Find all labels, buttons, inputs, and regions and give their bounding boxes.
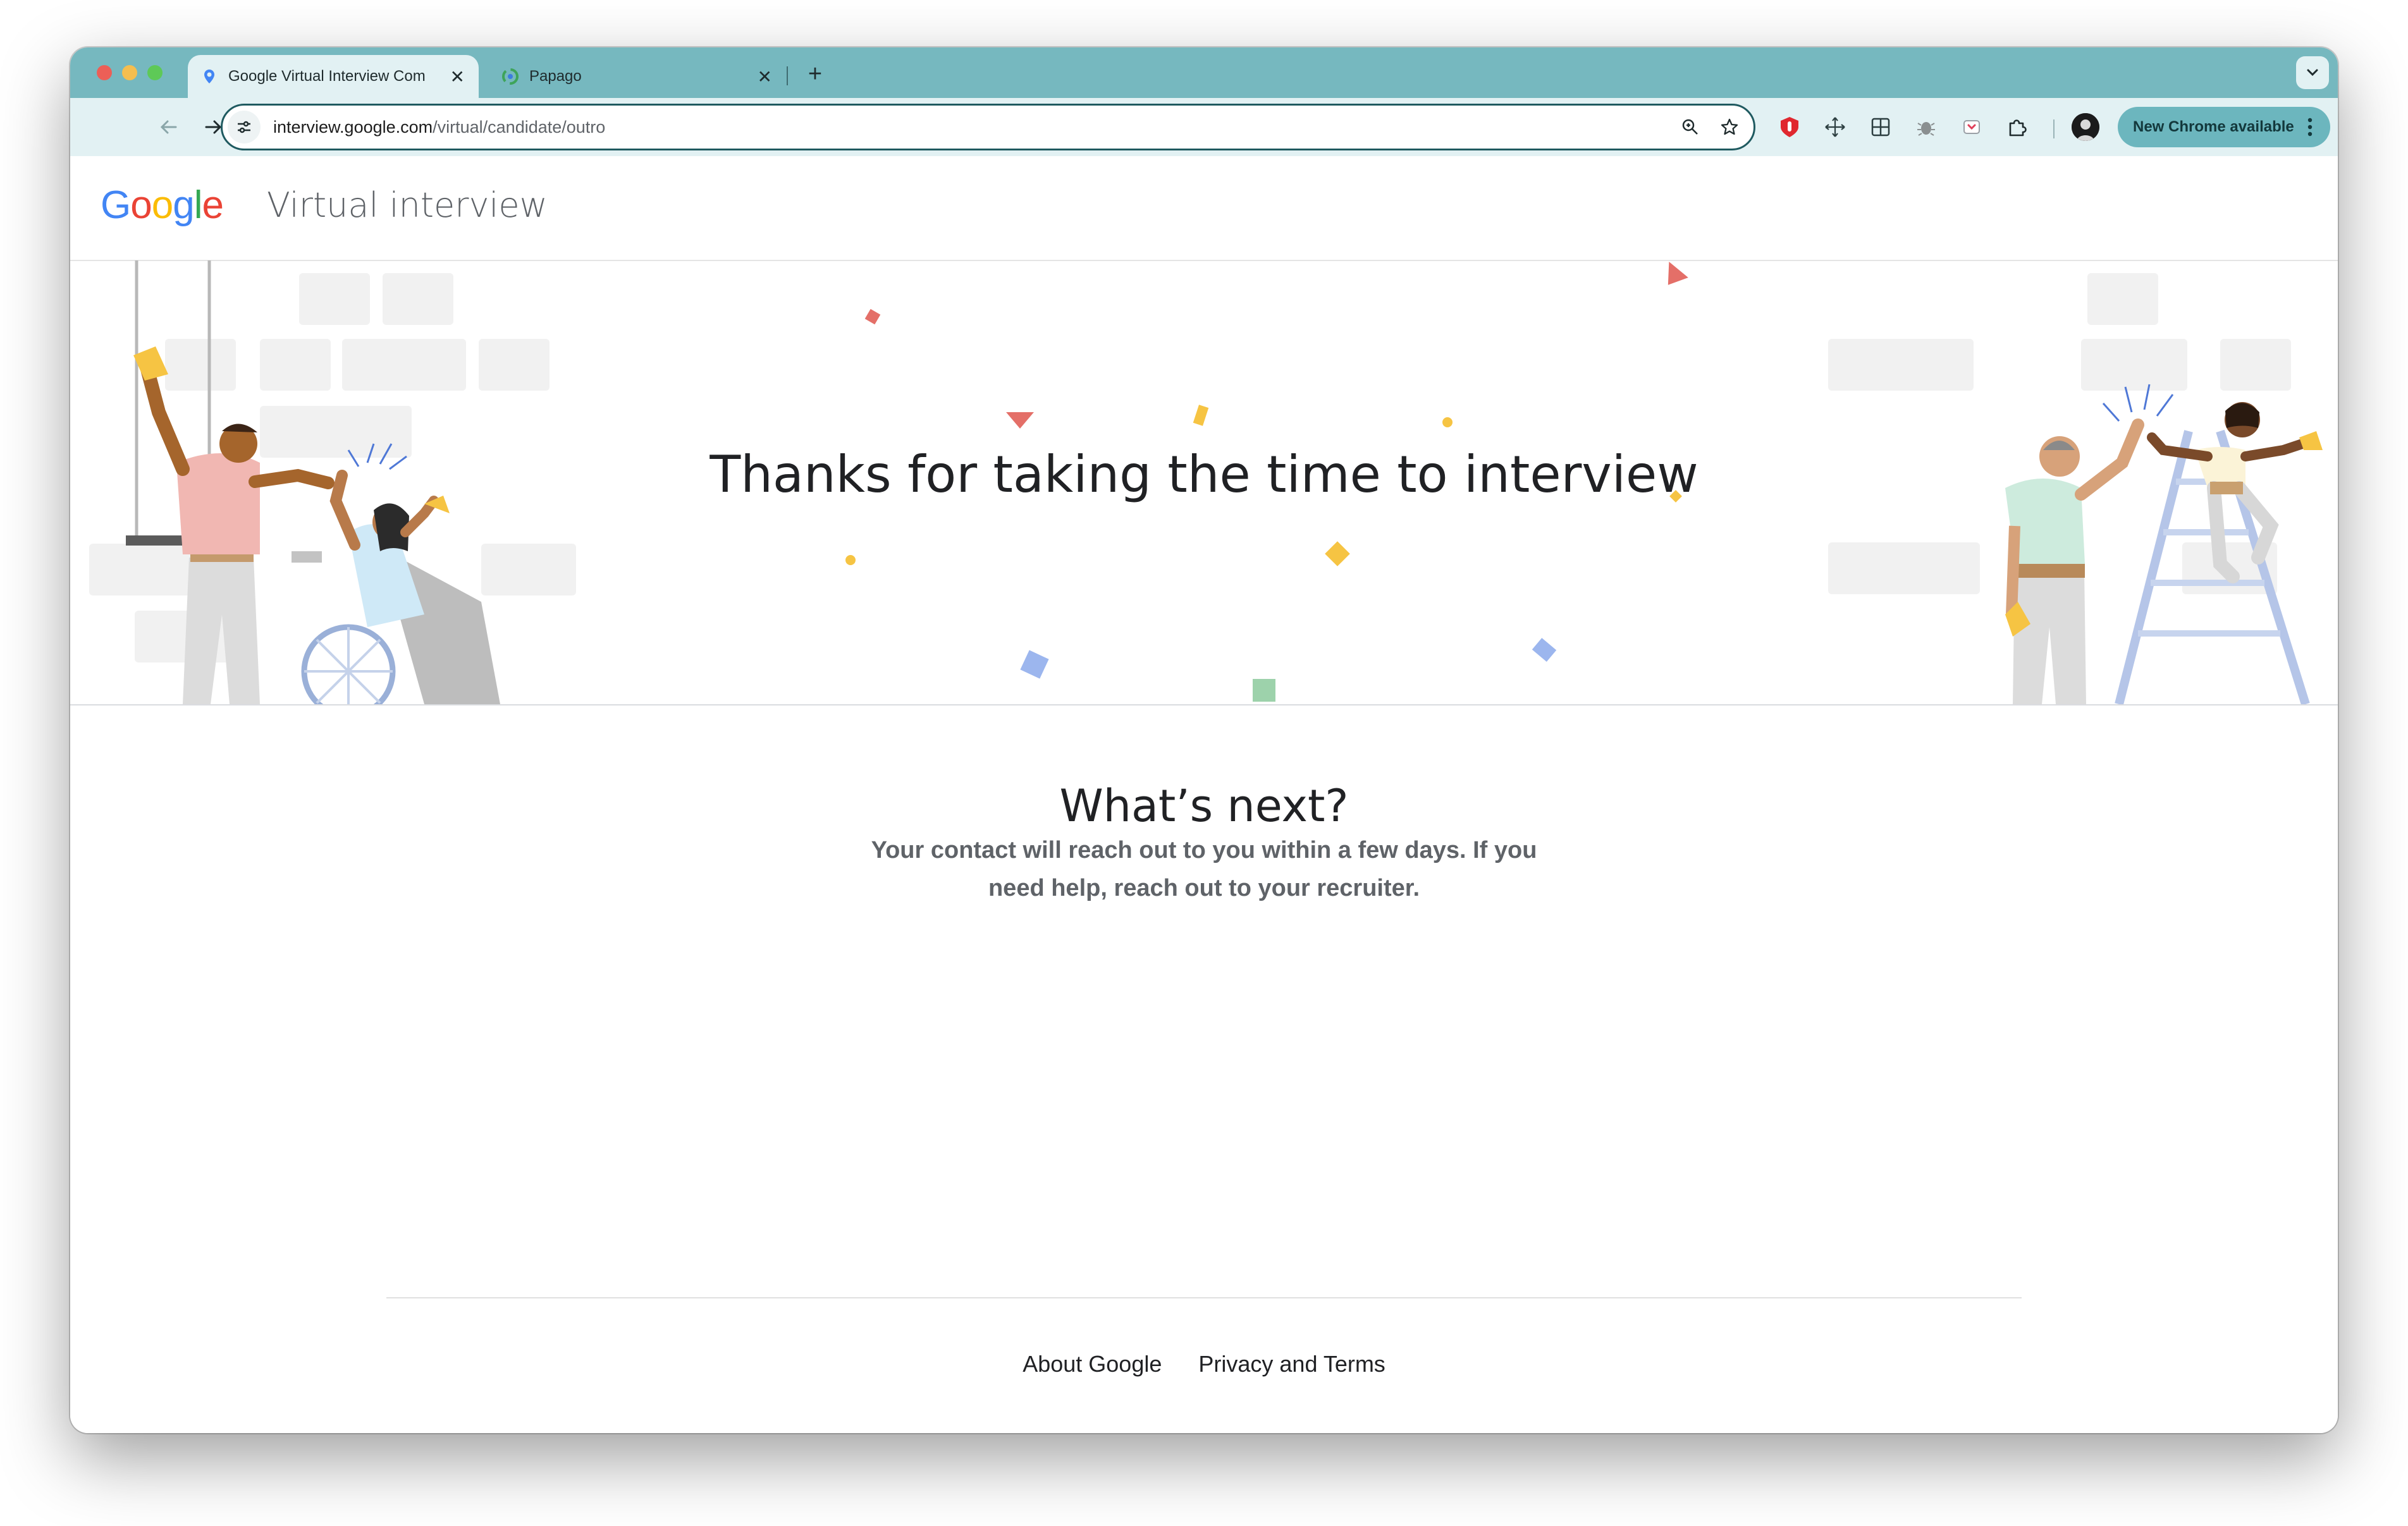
tab-google-virtual-interview[interactable]: Google Virtual Interview Com ✕ xyxy=(188,55,479,98)
site-header: Google Virtual interview xyxy=(70,156,2338,261)
extensions-menu-button[interactable] xyxy=(2001,111,2034,143)
hero-title: Thanks for taking the time to interview xyxy=(710,445,1698,504)
chrome-update-label: New Chrome available xyxy=(2133,118,2294,135)
new-tab-button[interactable]: + xyxy=(797,56,833,92)
location-pin-icon xyxy=(204,70,214,83)
arrow-left-icon xyxy=(160,120,177,134)
extension-grid[interactable] xyxy=(1864,111,1897,143)
grid-icon xyxy=(1871,118,1890,137)
url-path: /virtual/candidate/outro xyxy=(433,117,606,137)
confetti xyxy=(1661,260,1688,285)
confetti xyxy=(845,555,856,565)
tab-bar: Google Virtual Interview Com ✕ Papago ✕ … xyxy=(70,47,2338,98)
star-icon xyxy=(1721,118,1738,135)
logo-letter: o xyxy=(151,183,173,227)
logo-letter: e xyxy=(202,183,223,227)
extension-move[interactable] xyxy=(1819,111,1852,143)
tab-close-icon[interactable]: ✕ xyxy=(758,66,772,87)
confetti xyxy=(1325,541,1350,566)
confetti xyxy=(864,308,881,325)
stop-shield-icon xyxy=(1781,117,1798,137)
toolbar-divider xyxy=(2053,119,2055,138)
footer-divider xyxy=(386,1297,2022,1298)
close-window-button[interactable] xyxy=(97,65,112,80)
maximize-window-button[interactable] xyxy=(147,65,163,80)
extension-adblock[interactable] xyxy=(1773,111,1806,143)
footer-link-privacy-terms[interactable]: Privacy and Terms xyxy=(1198,1351,1385,1377)
confetti xyxy=(1193,405,1209,426)
profile-avatar[interactable] xyxy=(2072,113,2099,141)
minimize-window-button[interactable] xyxy=(122,65,137,80)
next-steps-body: Your contact will reach out to you withi… xyxy=(840,831,1568,907)
address-bar[interactable]: interview.google.com/virtual/candidate/o… xyxy=(221,104,1755,150)
confetti xyxy=(1532,638,1557,662)
more-vert-icon xyxy=(2297,114,2323,140)
tab-title: Papago xyxy=(529,68,582,85)
pocket-icon xyxy=(1963,120,1980,134)
bug-icon xyxy=(1917,122,1935,136)
tab-divider xyxy=(787,66,788,85)
url-text: interview.google.com/virtual/candidate/o… xyxy=(273,118,1675,137)
tab-close-icon[interactable]: ✕ xyxy=(450,66,465,87)
logo-letter: l xyxy=(194,183,203,227)
confetti xyxy=(1442,417,1453,427)
browser-toolbar: interview.google.com/virtual/candidate/o… xyxy=(70,98,2338,156)
site-info-button[interactable] xyxy=(228,111,261,143)
tune-icon xyxy=(238,121,250,133)
back-button[interactable] xyxy=(152,111,185,143)
url-domain: interview.google.com xyxy=(273,117,433,137)
tab-search-button[interactable] xyxy=(2296,56,2329,89)
tab-title: Google Virtual Interview Com xyxy=(228,68,426,85)
footer-links: About Google Privacy and Terms xyxy=(70,1351,2338,1377)
footer-link-about-google[interactable]: About Google xyxy=(1023,1351,1162,1377)
page-viewport: Google Virtual interview Thanks for taki… xyxy=(70,156,2338,1433)
confetti xyxy=(1020,650,1049,679)
zoom-button[interactable] xyxy=(1675,112,1705,142)
logo-letter: G xyxy=(101,183,131,227)
browser-window: Google Virtual Interview Com ✕ Papago ✕ … xyxy=(70,47,2338,1433)
chevron-down-icon xyxy=(2307,69,2318,76)
next-steps-line: need help, reach out to your recruiter. xyxy=(988,875,1420,901)
product-name: Virtual interview xyxy=(267,185,548,225)
zoom-icon xyxy=(1682,119,1698,135)
move-arrows-icon xyxy=(1825,117,1845,137)
profile-avatar-icon xyxy=(2072,113,2099,141)
tab-papago[interactable]: Papago ✕ xyxy=(489,55,786,98)
confetti xyxy=(1006,412,1034,429)
hero-banner: Thanks for taking the time to interview xyxy=(70,260,2338,705)
puzzle-icon xyxy=(2009,119,2027,137)
extension-bug[interactable] xyxy=(1910,111,1943,143)
chrome-update-button[interactable]: New Chrome available xyxy=(2118,107,2330,147)
google-logo[interactable]: Google xyxy=(101,183,224,228)
extension-pocket[interactable] xyxy=(1955,111,1988,143)
papago-icon xyxy=(502,68,519,85)
logo-letter: o xyxy=(130,183,152,227)
bookmark-button[interactable] xyxy=(1714,112,1745,142)
next-steps-title: What’s next? xyxy=(1059,780,1349,832)
logo-letter: g xyxy=(173,183,194,227)
next-steps-line: Your contact will reach out to you withi… xyxy=(871,837,1537,864)
confetti xyxy=(1253,679,1275,702)
